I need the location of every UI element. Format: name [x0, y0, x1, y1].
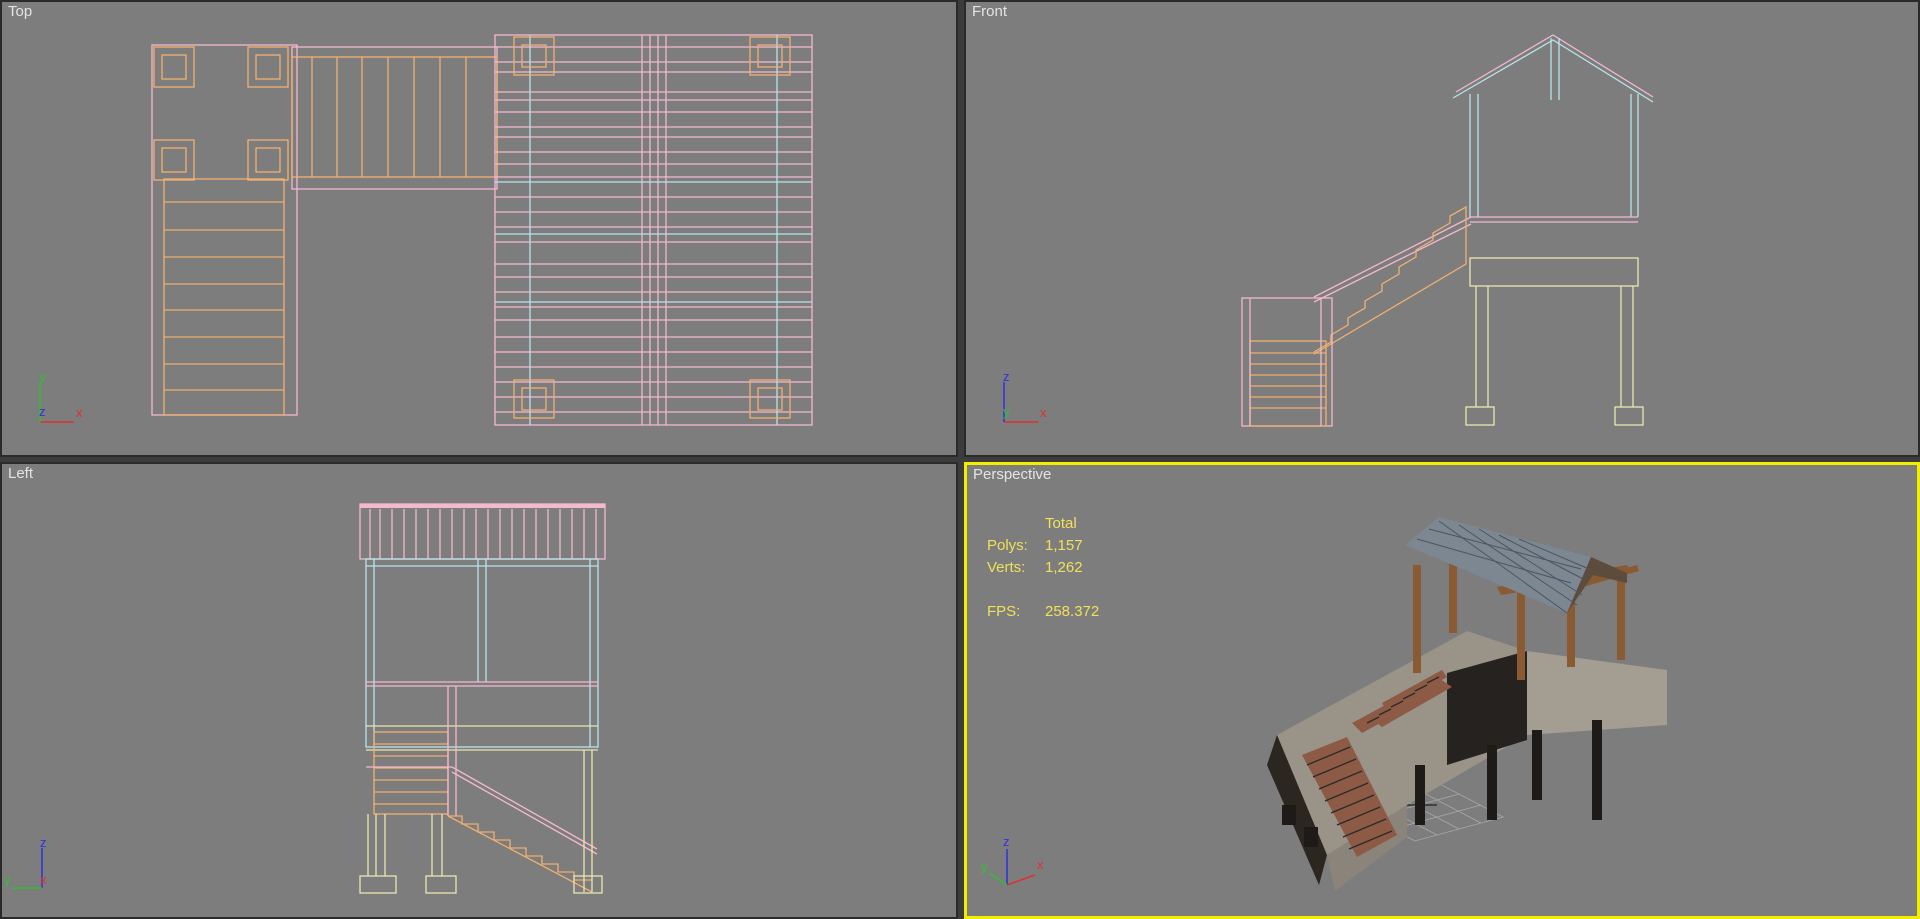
- axis-label-v: y: [39, 369, 46, 384]
- axis-label-o: y: [981, 859, 988, 874]
- axis-label-h: x: [76, 405, 83, 420]
- axis-label-v: z: [40, 835, 47, 850]
- viewport-front[interactable]: x z y Front: [964, 0, 1920, 457]
- fps-label: FPS:: [987, 603, 1021, 620]
- axis-tripod-left: x z y: [4, 835, 47, 889]
- axis-label-o: z: [39, 404, 46, 419]
- axis-label-h: x: [1040, 405, 1047, 420]
- viewport-top[interactable]: x y z Top: [0, 0, 958, 457]
- fps-value: 258.372: [1045, 603, 1100, 620]
- top-wireframe: x y z: [39, 34, 813, 426]
- axis-label-h: x: [1037, 857, 1044, 872]
- polys-label: Polys:: [987, 537, 1028, 554]
- axis-label-o: y: [4, 872, 11, 887]
- viewport-label-perspective[interactable]: Perspective: [973, 466, 1051, 483]
- polys-value: 1,157: [1045, 537, 1083, 554]
- perspective-render: x z y: [981, 517, 1667, 891]
- viewport-label-front[interactable]: Front: [972, 3, 1007, 20]
- verts-label: Verts:: [987, 559, 1026, 576]
- axis-tripod-front: x z y: [1003, 369, 1047, 423]
- viewport-left[interactable]: x z y Left: [0, 462, 958, 919]
- axis-label-o: y: [1003, 404, 1010, 419]
- verts-value: 1,262: [1045, 559, 1083, 576]
- roof: [1405, 517, 1591, 613]
- viewport-perspective[interactable]: x z y Perspective Total Polys: 1,157 Vert…: [964, 462, 1920, 919]
- axis-label-h: x: [40, 872, 47, 887]
- left-wireframe: x z y: [4, 503, 606, 894]
- axis-tripod-top: x y z: [39, 369, 83, 423]
- stats-header: Total: [1045, 515, 1077, 532]
- axis-label-v: z: [1003, 369, 1010, 384]
- front-wireframe: x z y: [1003, 34, 1654, 427]
- viewport-label-top[interactable]: Top: [8, 3, 32, 20]
- viewport-label-left[interactable]: Left: [8, 465, 33, 482]
- axis-label-v: z: [1003, 834, 1010, 849]
- axis-tripod-perspective: x z y: [981, 834, 1044, 886]
